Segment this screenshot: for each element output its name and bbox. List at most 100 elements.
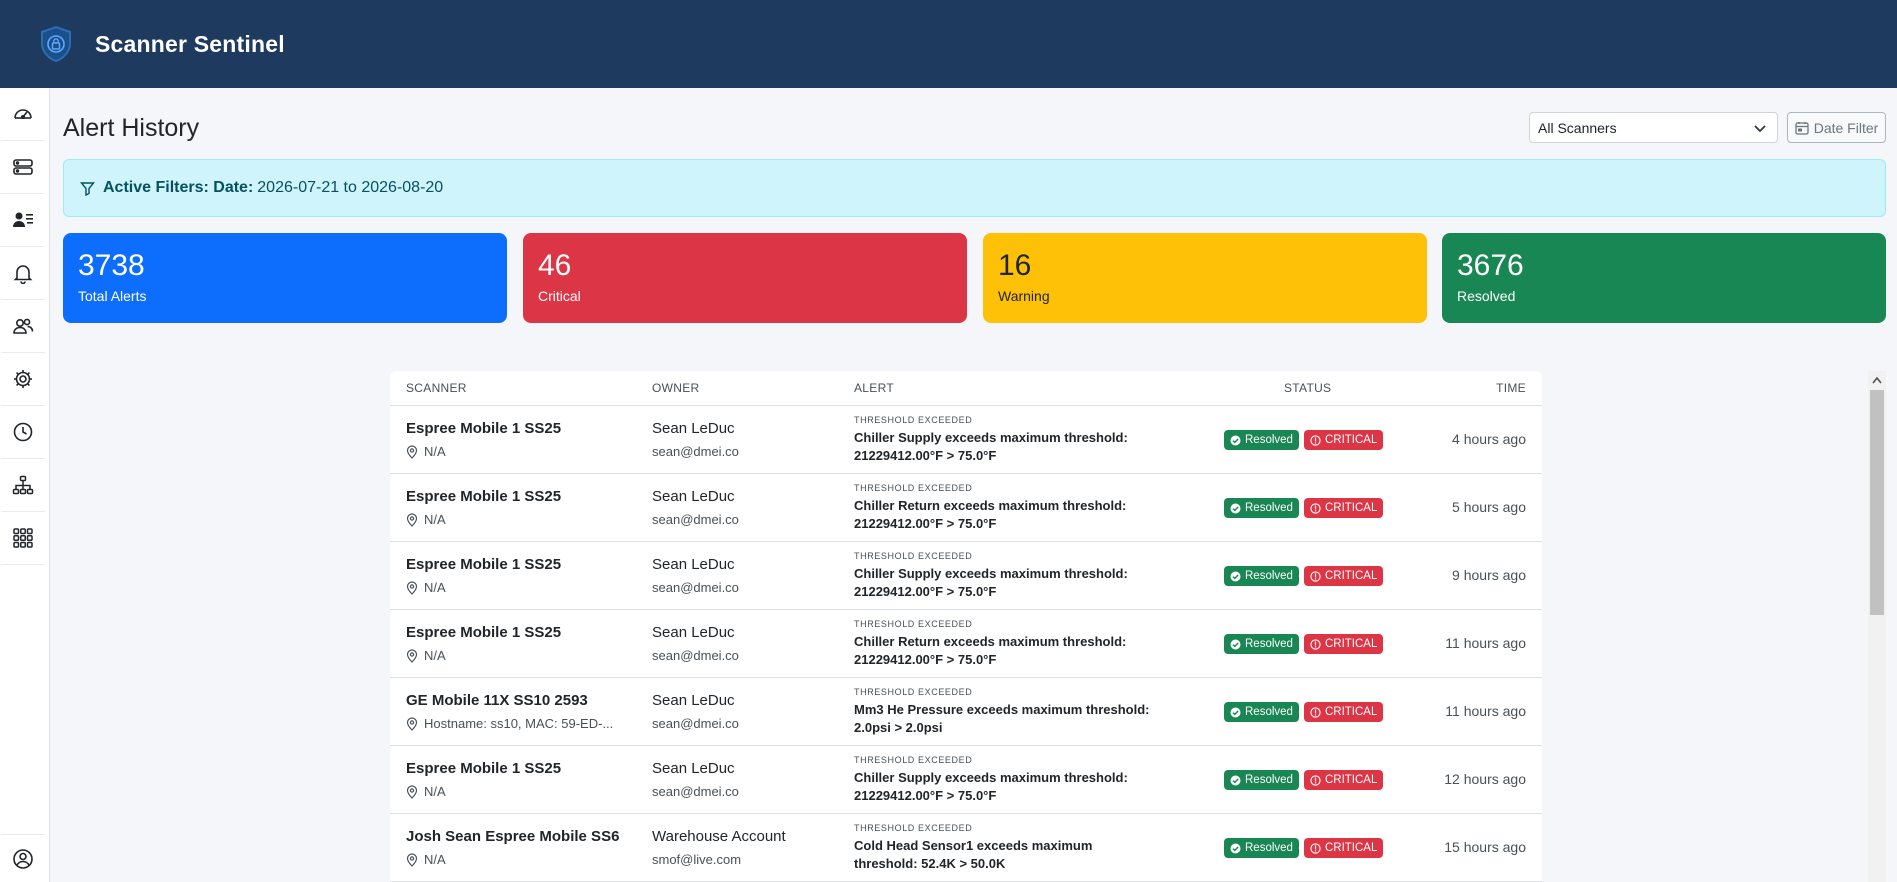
owner-name: Sean LeDuc: [652, 488, 735, 505]
scanner-name[interactable]: Josh Sean Espree Mobile SS6: [406, 828, 619, 845]
servers-icon: [13, 159, 33, 175]
status-badge: Resolved: [1224, 566, 1299, 586]
alert-time: 5 hours ago: [1452, 499, 1526, 515]
alert-message: Chiller Return exceeds maximum threshold…: [854, 498, 1127, 531]
severity-badge: CRITICAL: [1303, 838, 1384, 858]
sidebar-item-settings[interactable]: [1, 353, 45, 406]
table-row[interactable]: Espree Mobile 1 SS25 N/A Sean LeDuc sean…: [390, 406, 1542, 474]
alert-type: THRESHOLD EXCEEDED: [854, 483, 973, 493]
check-circle-icon: [1230, 571, 1241, 581]
table-row[interactable]: Espree Mobile 1 SS25 N/A Sean LeDuc sean…: [390, 610, 1542, 678]
sidebar-item-contacts[interactable]: [1, 194, 45, 247]
alert-message: Chiller Return exceeds maximum threshold…: [854, 634, 1127, 667]
stat-card-resolved: 3676 Resolved: [1442, 233, 1886, 323]
app-title[interactable]: Scanner Sentinel: [95, 31, 285, 58]
scanner-name[interactable]: Espree Mobile 1 SS25: [406, 488, 561, 505]
location-pin-icon: [406, 444, 418, 459]
exclamation-circle-icon: [1310, 842, 1321, 854]
status-text: Resolved: [1245, 706, 1293, 718]
owner-email: smof@live.com: [652, 852, 742, 867]
sidebar-item-history[interactable]: [1, 406, 45, 459]
stat-critical-value: 46: [538, 249, 572, 282]
grid-icon: [13, 528, 33, 548]
alert-type: THRESHOLD EXCEEDED: [854, 755, 973, 765]
alert-message: Mm3 He Pressure exceeds maximum threshol…: [854, 702, 1150, 735]
status-text: Resolved: [1245, 638, 1293, 650]
severity-badge: CRITICAL: [1303, 634, 1384, 654]
owner-name: Sean LeDuc: [652, 624, 735, 641]
user-profile-button[interactable]: [1, 834, 45, 882]
severity-badge: CRITICAL: [1303, 498, 1384, 518]
gear-icon: [14, 370, 32, 388]
exclamation-circle-icon: [1310, 434, 1321, 446]
table-row[interactable]: Espree Mobile 1 SS25 N/A Sean LeDuc sean…: [390, 474, 1542, 542]
status-badges: Resolved CRITICAL: [1224, 702, 1384, 722]
date-filter-label: Date Filter: [1813, 119, 1879, 136]
table-row[interactable]: Josh Sean Espree Mobile SS6 N/A Warehous…: [390, 814, 1542, 882]
stat-card-total: 3738 Total Alerts: [63, 233, 507, 323]
severity-badge: CRITICAL: [1303, 770, 1384, 790]
scanner-name[interactable]: Espree Mobile 1 SS25: [406, 624, 561, 641]
sidebar-item-users[interactable]: [1, 300, 45, 353]
sidebar-item-dashboard[interactable]: [1, 88, 45, 141]
stat-warning-label: Warning: [998, 288, 1050, 304]
location-text: N/A: [424, 648, 446, 663]
header-alert[interactable]: ALERT: [854, 381, 894, 395]
owner-email: sean@dmei.co: [652, 784, 739, 799]
severity-text: CRITICAL: [1324, 502, 1378, 514]
check-circle-icon: [1230, 639, 1241, 649]
stat-critical-label: Critical: [538, 288, 581, 304]
stat-card-critical: 46 Critical: [523, 233, 967, 323]
status-badges: Resolved CRITICAL: [1224, 634, 1384, 654]
exclamation-circle-icon: [1310, 774, 1321, 786]
vertical-scrollbar[interactable]: [1868, 371, 1886, 882]
sidebar-item-scanners[interactable]: [1, 141, 45, 194]
date-filter-button[interactable]: Date Filter: [1787, 112, 1886, 143]
alerts-table: SCANNER OWNER ALERT STATUS TIME Espree M…: [390, 371, 1542, 882]
location-pin-icon: [406, 716, 418, 731]
severity-text: CRITICAL: [1324, 638, 1378, 650]
status-text: Resolved: [1245, 842, 1293, 854]
status-text: Resolved: [1245, 774, 1293, 786]
sidebar: [0, 88, 50, 882]
alert-time: 12 hours ago: [1444, 771, 1526, 787]
scrollbar-thumb[interactable]: [1870, 390, 1884, 615]
header-status[interactable]: STATUS: [1284, 381, 1331, 395]
sidebar-item-alerts[interactable]: [1, 247, 45, 300]
owner-email: sean@dmei.co: [652, 580, 739, 595]
alert-type: THRESHOLD EXCEEDED: [854, 687, 973, 697]
header-owner[interactable]: OWNER: [652, 381, 700, 395]
sidebar-item-network[interactable]: [1, 459, 45, 512]
stat-card-warning: 16 Warning: [983, 233, 1427, 323]
owner-email: sean@dmei.co: [652, 648, 739, 663]
scanner-location: N/A: [406, 444, 446, 459]
exclamation-circle-icon: [1310, 706, 1321, 718]
scanner-name[interactable]: GE Mobile 11X SS10 2593: [406, 692, 588, 709]
stat-total-label: Total Alerts: [78, 288, 147, 304]
table-row[interactable]: Espree Mobile 1 SS25 N/A Sean LeDuc sean…: [390, 746, 1542, 814]
scanner-select[interactable]: All Scanners: [1529, 112, 1778, 143]
people-icon: [13, 318, 34, 334]
scanner-name[interactable]: Espree Mobile 1 SS25: [406, 760, 561, 777]
scanner-name[interactable]: Espree Mobile 1 SS25: [406, 556, 561, 573]
scanner-name[interactable]: Espree Mobile 1 SS25: [406, 420, 561, 437]
table-row[interactable]: Espree Mobile 1 SS25 N/A Sean LeDuc sean…: [390, 542, 1542, 610]
table-header: SCANNER OWNER ALERT STATUS TIME: [390, 371, 1542, 406]
check-circle-icon: [1230, 843, 1241, 853]
table-row[interactable]: GE Mobile 11X SS10 2593 Hostname: ss10, …: [390, 678, 1542, 746]
active-filters-label: Active Filters: Date:: [103, 179, 254, 196]
alert-type: THRESHOLD EXCEEDED: [854, 823, 973, 833]
alert-message: Chiller Supply exceeds maximum threshold…: [854, 430, 1128, 463]
header-scanner[interactable]: SCANNER: [406, 381, 467, 395]
alert-type: THRESHOLD EXCEEDED: [854, 415, 973, 425]
scanner-location: N/A: [406, 852, 446, 867]
sidebar-item-apps[interactable]: [1, 512, 45, 565]
header-time[interactable]: TIME: [1496, 381, 1526, 395]
scanner-location: N/A: [406, 648, 446, 663]
severity-text: CRITICAL: [1324, 706, 1378, 718]
shield-lock-icon[interactable]: [36, 22, 76, 66]
location-pin-icon: [406, 784, 418, 799]
status-text: Resolved: [1245, 434, 1293, 446]
check-circle-icon: [1230, 707, 1241, 717]
scroll-up-arrow[interactable]: [1868, 371, 1886, 389]
